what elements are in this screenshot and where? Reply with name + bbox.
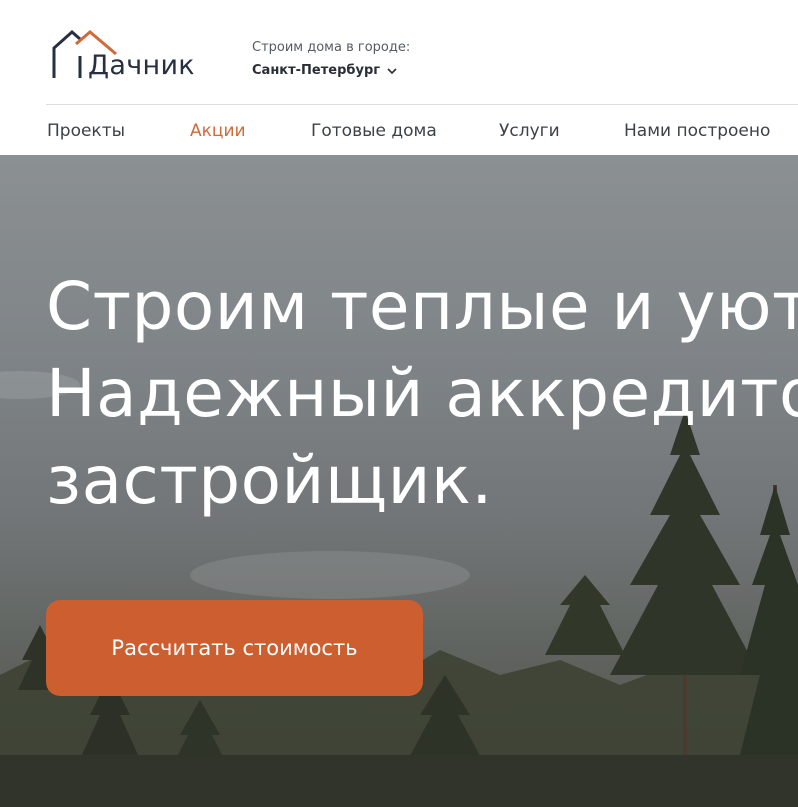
hero-title-line-1: Строим теплые и уютн — [46, 268, 798, 345]
logo[interactable]: Дачник — [50, 28, 210, 84]
hero-title-line-3: застройщик. — [46, 442, 493, 519]
city-selected: Санкт-Петербург — [252, 63, 381, 78]
chevron-down-icon — [387, 67, 397, 74]
city-dropdown[interactable]: Санкт-Петербург — [252, 63, 410, 78]
main-nav: Проекты Акции Готовые дома Услуги Нами п… — [0, 105, 798, 155]
hero-section: Строим теплые и уютн Надежный аккредитов… — [0, 155, 798, 807]
site-header: Дачник Строим дома в городе: Санкт-Петер… — [0, 0, 798, 105]
logo-text: Дачник — [88, 50, 195, 81]
nav-item-built[interactable]: Нами построено — [624, 121, 770, 141]
hero-title: Строим теплые и уютн Надежный аккредитов… — [46, 263, 798, 524]
city-selector-block: Строим дома в городе: Санкт-Петербург — [252, 40, 410, 78]
nav-item-services[interactable]: Услуги — [499, 121, 560, 141]
nav-item-ready-houses[interactable]: Готовые дома — [311, 121, 437, 141]
city-caption: Строим дома в городе: — [252, 40, 411, 55]
hero-title-line-2: Надежный аккредитов — [46, 355, 798, 432]
nav-item-projects[interactable]: Проекты — [47, 121, 125, 141]
nav-item-promotions[interactable]: Акции — [190, 121, 246, 141]
calculate-cost-button[interactable]: Рассчитать стоимость — [46, 600, 423, 696]
